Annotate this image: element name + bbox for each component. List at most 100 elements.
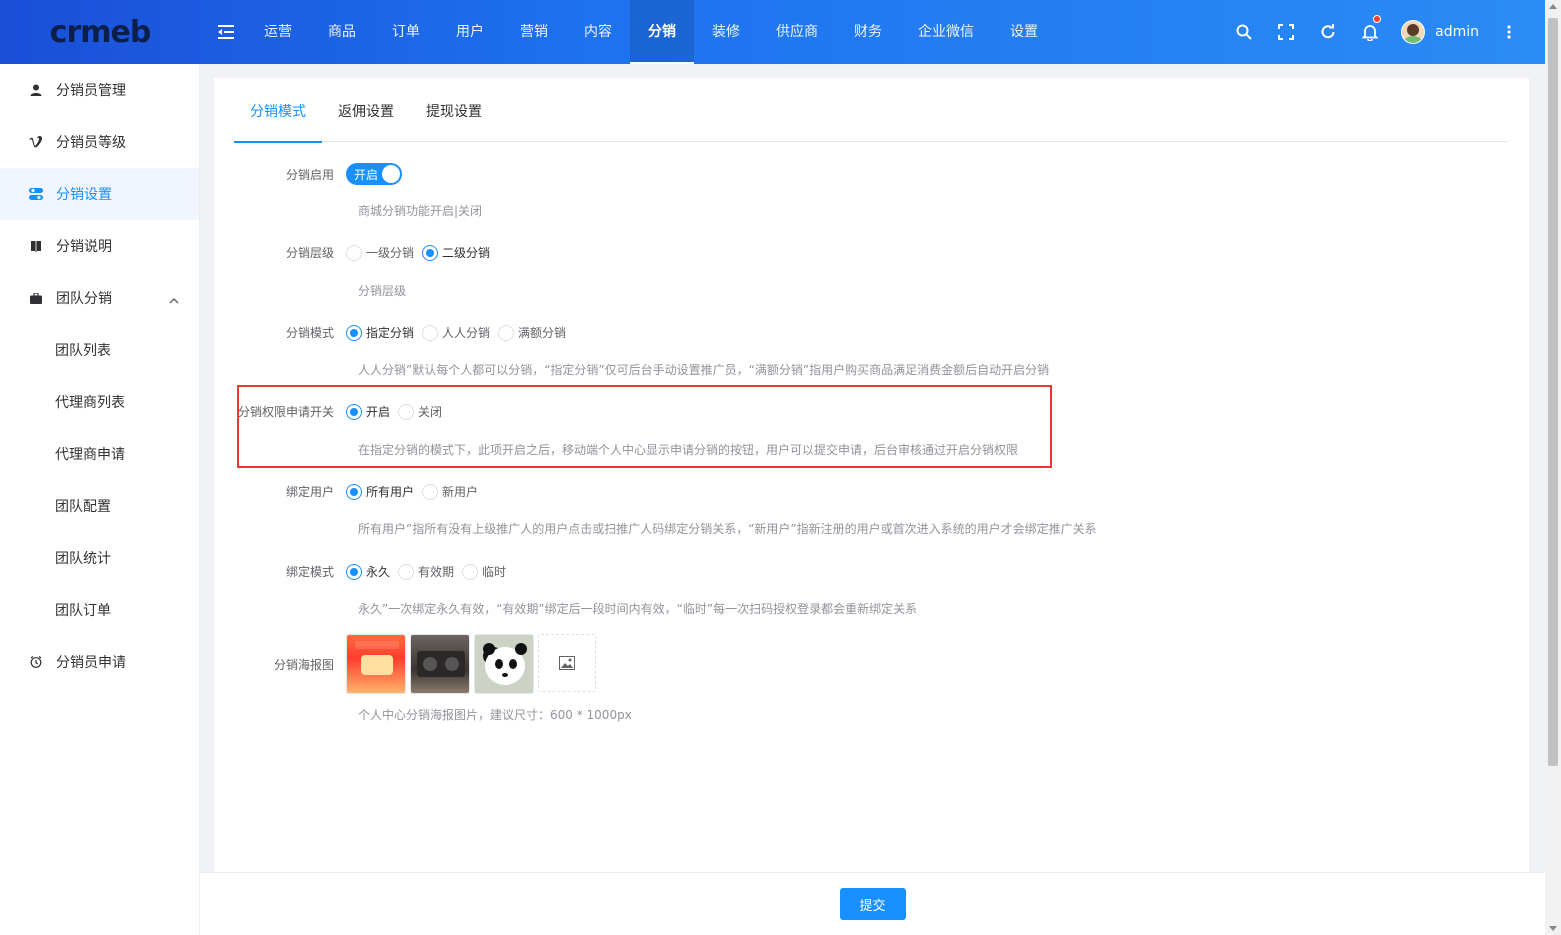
nav-item-user[interactable]: 用户: [438, 0, 502, 64]
radio-apply-on[interactable]: 开启: [346, 403, 390, 420]
nav-item-content[interactable]: 内容: [566, 0, 630, 64]
sidebar-item-label: 分销说明: [56, 239, 112, 255]
radio-bind-temporary[interactable]: 临时: [462, 563, 506, 580]
notification-badge: [1373, 15, 1382, 23]
scroll-down-arrow-icon[interactable]: [1549, 926, 1557, 931]
chevron-up-icon: [169, 292, 179, 308]
menu-collapse-icon[interactable]: [206, 0, 246, 64]
sidebar-item-distribution-description[interactable]: 分销说明: [0, 220, 199, 272]
sidebar-subitem-team-orders[interactable]: 团队订单: [0, 584, 199, 636]
tab-commission-settings[interactable]: 返佣设置: [322, 92, 410, 142]
radio-circle: [346, 324, 362, 341]
nav-item-finance[interactable]: 财务: [836, 0, 900, 64]
brand-logo[interactable]: crmeb: [0, 0, 200, 64]
notification-bell-icon[interactable]: [1349, 0, 1391, 64]
sidebar-subitem-agent-application[interactable]: 代理商申请: [0, 428, 199, 480]
radio-circle: [346, 403, 362, 420]
sidebar-item-label: 分销员等级: [56, 135, 126, 151]
radio-apply-off[interactable]: 关闭: [398, 403, 442, 420]
nav-item-product[interactable]: 商品: [310, 0, 374, 64]
refresh-icon[interactable]: [1307, 0, 1349, 64]
radio-mode-threshold[interactable]: 满额分销: [498, 324, 566, 341]
sidebar-item-distributor-application[interactable]: 分销员申请: [0, 636, 199, 688]
nav-item-operation[interactable]: 运营: [246, 0, 310, 64]
radio-level-1[interactable]: 一级分销: [346, 244, 414, 261]
submit-button[interactable]: 提交: [839, 888, 906, 920]
radio-mode-designated[interactable]: 指定分销: [346, 324, 414, 341]
poster-thumbnail[interactable]: [346, 634, 406, 694]
nav-item-decoration[interactable]: 装修: [694, 0, 758, 64]
poster-thumbnail[interactable]: [474, 634, 534, 694]
clock-icon: [28, 654, 44, 670]
top-navbar: crmeb 运营 商品 订单 用户 营销 内容 分销 装修 供应商 财务 企业微…: [0, 0, 1545, 64]
radio-label: 关闭: [418, 405, 443, 419]
radio-circle: [346, 483, 362, 500]
nav-item-wecom[interactable]: 企业微信: [900, 0, 992, 64]
radio-circle: [346, 244, 362, 261]
form-row-mode: 分销模式 指定分销 人人分销 满额分销: [214, 324, 574, 341]
sidebar-item-label: 分销员管理: [56, 83, 126, 99]
radio-label: 满额分销: [518, 326, 567, 340]
radio-bind-permanent[interactable]: 永久: [346, 563, 390, 580]
scroll-up-arrow-icon[interactable]: [1549, 4, 1557, 9]
radio-label: 开启: [366, 405, 391, 419]
radio-label: 人人分销: [442, 326, 491, 340]
form-row-apply: 分销权限申请开关 开启 关闭: [214, 403, 450, 420]
radio-bind-all-users[interactable]: 所有用户: [346, 483, 414, 500]
form-help: 商城分销功能开启|关闭: [358, 204, 483, 218]
upload-poster-button[interactable]: [538, 634, 596, 692]
radio-label: 一级分销: [366, 246, 415, 260]
radio-level-2[interactable]: 二级分销: [422, 244, 490, 261]
sidebar-item-label: 分销设置: [56, 187, 112, 203]
radio-label: 所有用户: [366, 485, 415, 499]
form-label: 分销模式: [285, 326, 334, 340]
user-menu[interactable]: admin: [1401, 20, 1479, 44]
radio-bind-new-users[interactable]: 新用户: [422, 483, 478, 500]
nav-item-supplier[interactable]: 供应商: [758, 0, 836, 64]
scroll-thumb[interactable]: [1548, 18, 1558, 766]
bind-mode-radio-group: 永久 有效期 临时: [346, 563, 514, 580]
sidebar-item-distributor-management[interactable]: 分销员管理: [0, 64, 199, 116]
page-scrollbar[interactable]: [1545, 0, 1561, 935]
sidebar-item-label: 分销员申请: [56, 655, 126, 671]
nav-item-distribution[interactable]: 分销: [630, 0, 694, 64]
poster-thumbnail[interactable]: [410, 634, 470, 694]
fullscreen-icon[interactable]: [1265, 0, 1307, 64]
form-label: 分销权限申请开关: [237, 405, 334, 419]
bind-user-radio-group: 所有用户 新用户: [346, 483, 486, 500]
search-icon[interactable]: [1223, 0, 1265, 64]
radio-label: 有效期: [418, 565, 455, 579]
radio-bind-validity[interactable]: 有效期: [398, 563, 454, 580]
form-help: 在指定分销的模式下，此项开启之后，移动端个人中心显示申请分销的按钮，用户可以提交…: [358, 443, 1019, 457]
tab-withdrawal-settings[interactable]: 提现设置: [410, 92, 498, 142]
nav-item-marketing[interactable]: 营销: [502, 0, 566, 64]
enable-switch[interactable]: 开启: [346, 163, 402, 185]
switch-knob: [382, 165, 400, 183]
radio-label: 指定分销: [366, 326, 415, 340]
radio-circle: [462, 563, 479, 580]
sidebar-subitem-team-config[interactable]: 团队配置: [0, 480, 199, 532]
nav-item-order[interactable]: 订单: [374, 0, 438, 64]
radio-label: 新用户: [442, 485, 479, 499]
apply-radio-group: 开启 关闭: [346, 403, 450, 420]
image-icon: [559, 656, 575, 670]
more-vertical-icon[interactable]: [1489, 0, 1529, 64]
briefcase-icon: [28, 290, 44, 306]
sidebar-subitem-agent-list[interactable]: 代理商列表: [0, 376, 199, 428]
sidebar-item-distributor-level[interactable]: 分销员等级: [0, 116, 199, 168]
form-help: 分销层级: [358, 284, 407, 298]
radio-circle: [346, 563, 362, 580]
nav-item-settings[interactable]: 设置: [992, 0, 1056, 64]
level-radio-group: 一级分销 二级分销: [346, 244, 498, 261]
radio-circle: [498, 324, 515, 341]
sidebar-item-team-distribution[interactable]: 团队分销: [0, 272, 199, 324]
sidebar-subitem-team-list[interactable]: 团队列表: [0, 324, 199, 376]
form-label: 分销海报图: [273, 657, 334, 672]
settings-tabs: 分销模式 返佣设置 提现设置: [234, 92, 1509, 143]
tab-distribution-mode[interactable]: 分销模式: [234, 92, 322, 143]
sidebar-item-distribution-settings[interactable]: 分销设置: [0, 168, 199, 220]
poster-list: [346, 634, 596, 694]
settings-panel: 分销模式 返佣设置 提现设置 分销启用 开启 商城分销功能开启|关闭 分销层级 …: [214, 78, 1529, 878]
sidebar-subitem-team-statistics[interactable]: 团队统计: [0, 532, 199, 584]
radio-mode-everyone[interactable]: 人人分销: [422, 324, 490, 341]
